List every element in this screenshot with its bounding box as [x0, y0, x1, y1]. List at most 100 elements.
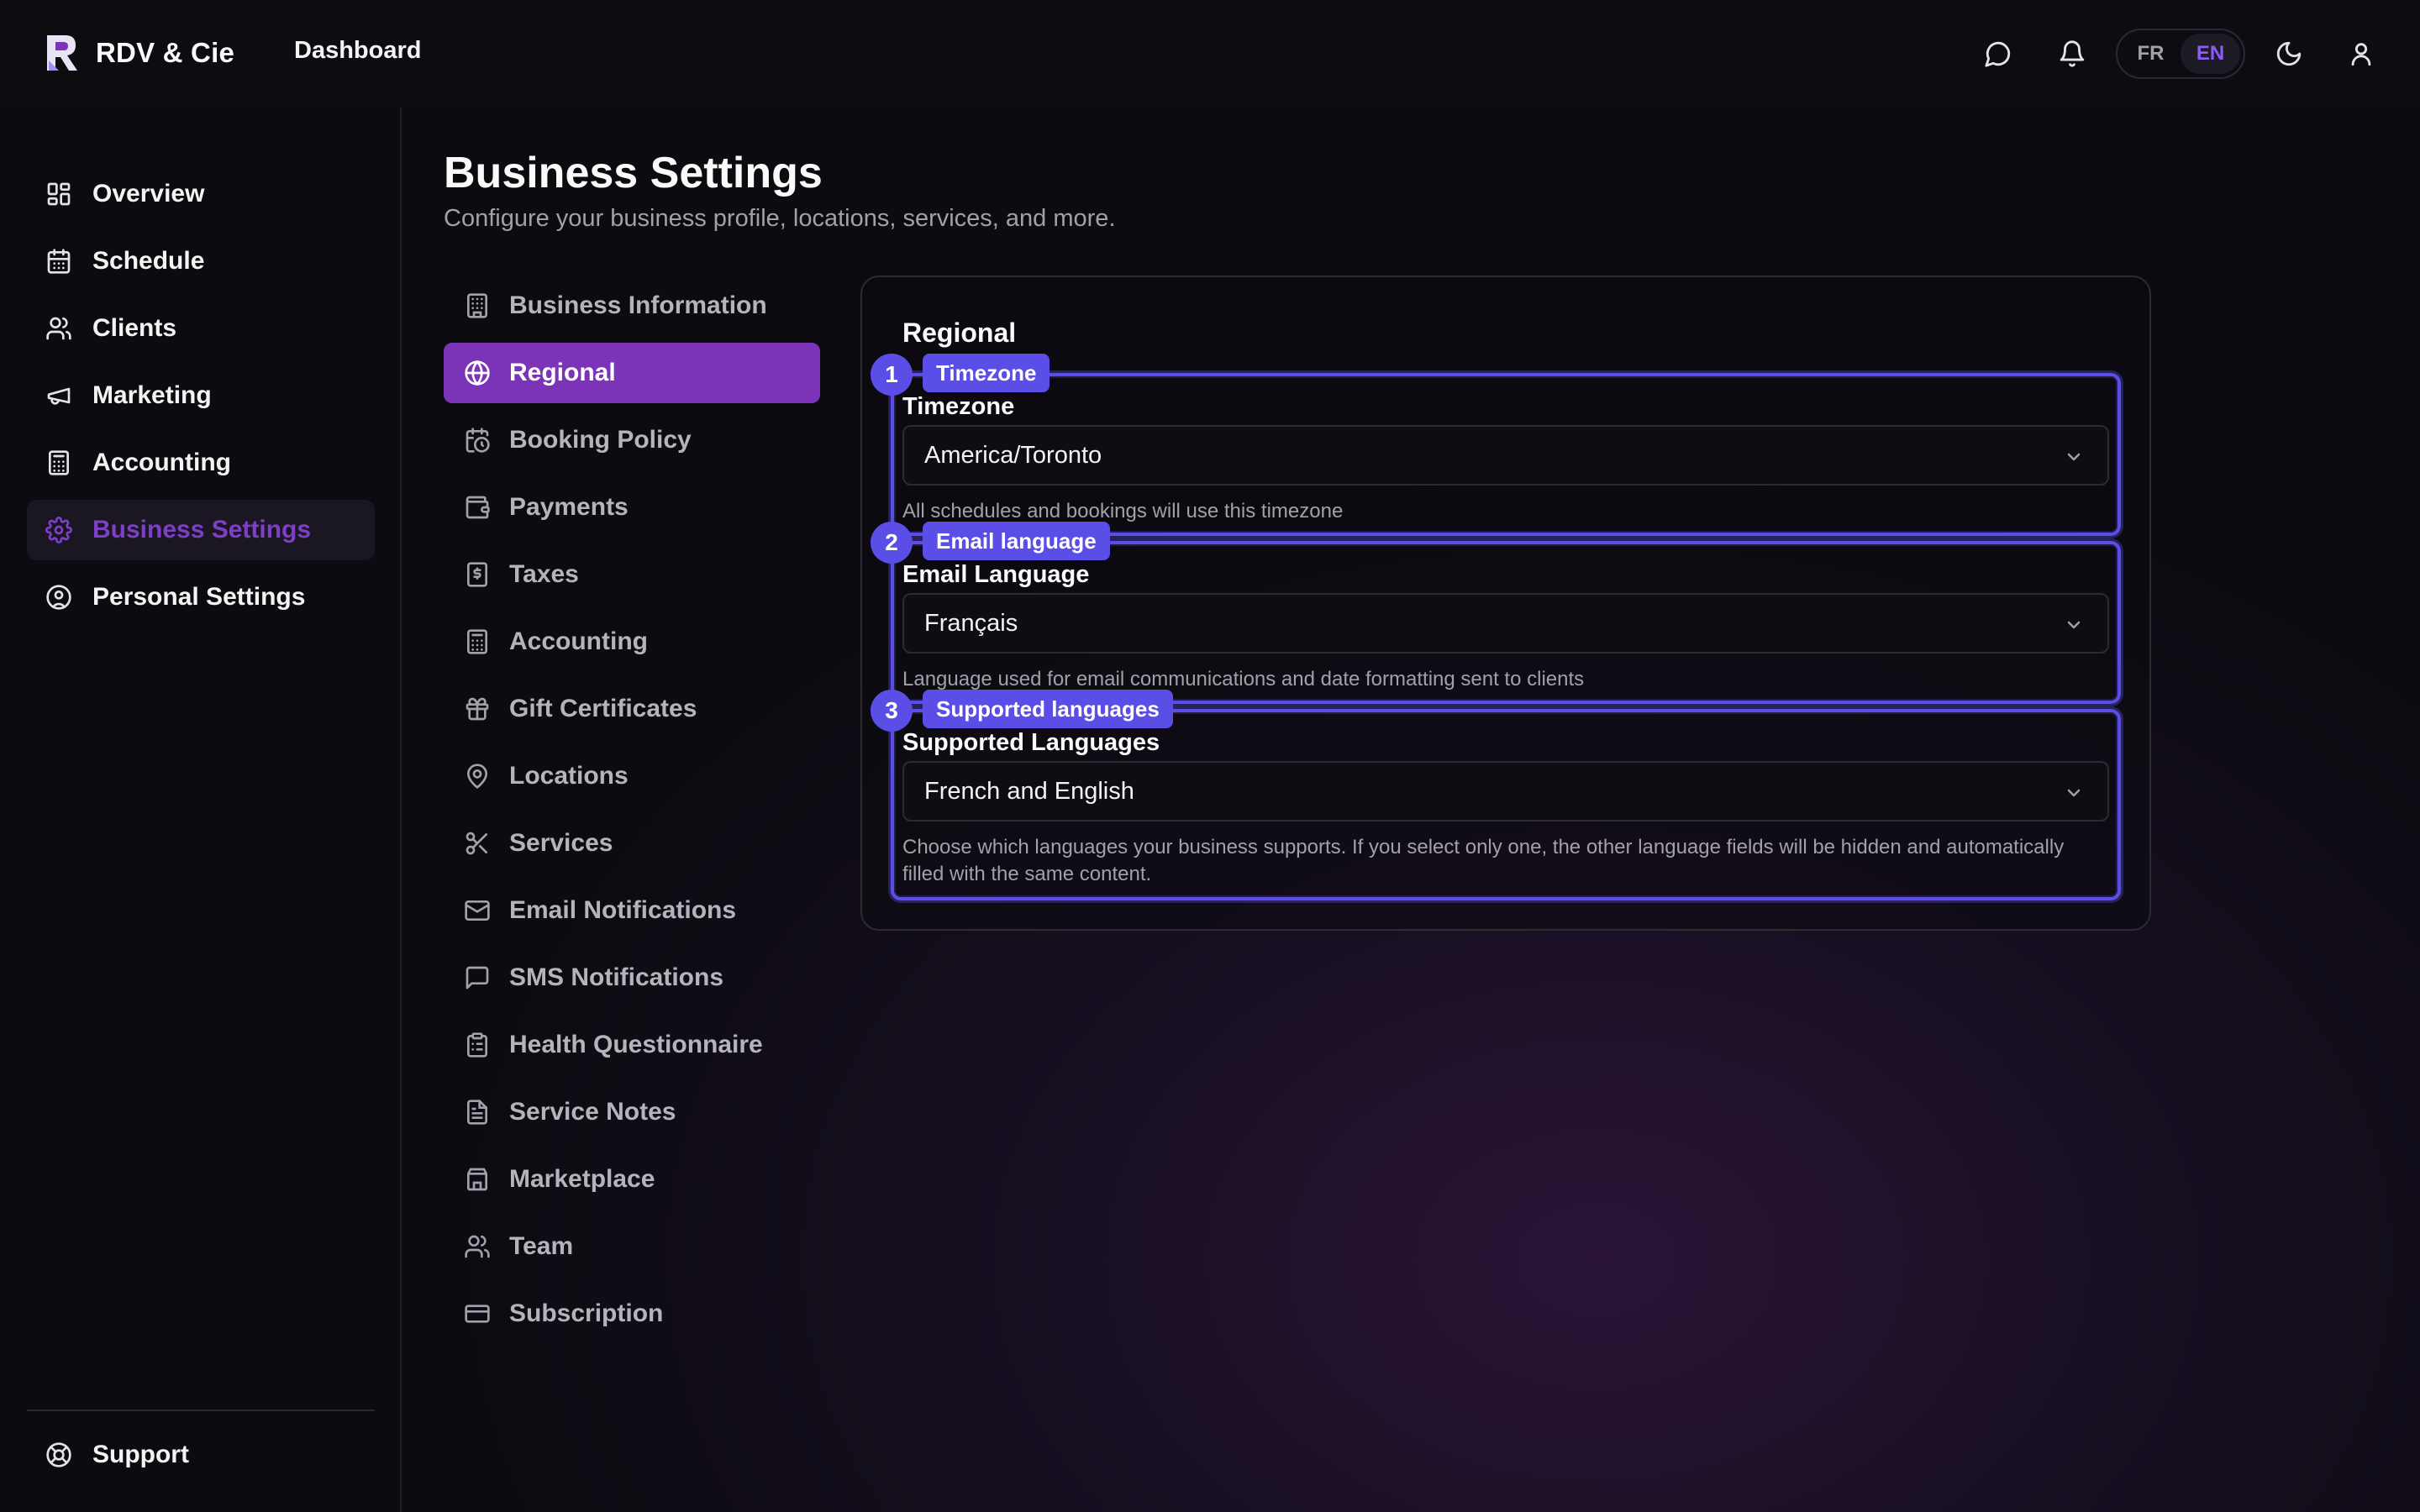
sidebar-item-personal-settings[interactable]: Personal Settings [27, 567, 375, 627]
wallet-icon [466, 496, 490, 519]
globe-icon [465, 360, 490, 386]
dashboard-link[interactable]: Dashboard [294, 37, 421, 65]
brand[interactable]: RDV & Cie [44, 32, 234, 74]
supported-languages-select[interactable]: French and English [902, 761, 2109, 822]
store-icon [467, 1168, 487, 1191]
brand-logo-icon [47, 35, 77, 71]
user-circle-icon [46, 585, 71, 610]
sidebar-item-label: Schedule [92, 247, 205, 275]
brand-name: RDV & Cie [96, 37, 234, 68]
highlight-tag-email-language: Email language [923, 522, 1110, 560]
highlight-number-3: 3 [871, 690, 913, 732]
mail-icon [465, 900, 490, 921]
settings-nav-label: Payments [509, 493, 629, 521]
email-language-select-value: Français [924, 609, 1018, 637]
calendar-icon [47, 249, 71, 274]
sidebar-item-business-settings[interactable]: Business Settings [27, 500, 375, 560]
calendar-clock-icon [466, 428, 490, 453]
scissors-icon [466, 832, 487, 855]
sidebar-item-label: Marketing [92, 381, 212, 409]
highlight-tag-timezone: Timezone [923, 354, 1050, 392]
notifications-button[interactable] [2049, 30, 2096, 77]
settings-nav-label: Services [509, 829, 613, 857]
settings-nav-label: Accounting [509, 627, 648, 655]
settings-nav-subscription[interactable]: Subscription [444, 1284, 820, 1344]
settings-nav-payments[interactable]: Payments [444, 477, 820, 538]
timezone-select[interactable]: America/Toronto [902, 425, 2109, 486]
page-title: Business Settings [444, 149, 823, 197]
settings-nav-label: Business Information [509, 291, 767, 319]
sidebar-item-label: Business Settings [92, 516, 312, 543]
settings-nav-email-notifications[interactable]: Email Notifications [444, 880, 820, 941]
sidebar-item-accounting[interactable]: Accounting [27, 433, 375, 493]
supported-languages-label: Supported Languages [902, 729, 1160, 756]
sidebar-item-overview[interactable]: Overview [27, 164, 375, 224]
highlight-number-1: 1 [871, 354, 913, 396]
life-buoy-icon [46, 1442, 71, 1467]
building-icon [467, 293, 487, 318]
sidebar-item-support[interactable]: Support [27, 1425, 375, 1485]
settings-nav-team[interactable]: Team [444, 1216, 820, 1277]
sidebar-item-label: Personal Settings [92, 583, 306, 611]
lang-fr-option[interactable]: FR [2121, 34, 2181, 74]
credit-card-icon [465, 1305, 490, 1323]
settings-nav-booking-policy[interactable]: Booking Policy [444, 410, 820, 470]
timezone-select-value: America/Toronto [924, 441, 1102, 469]
supported-languages-help: Choose which languages your business sup… [902, 836, 2065, 885]
chevron-down-icon [2067, 453, 2081, 461]
receipt-icon [467, 562, 487, 587]
calculator-icon [467, 629, 487, 654]
lang-en-option[interactable]: EN [2181, 34, 2240, 74]
bell-icon [2060, 40, 2085, 67]
settings-nav-locations[interactable]: Locations [444, 746, 820, 806]
settings-nav-label: Taxes [509, 560, 579, 588]
sidebar-item-label: Overview [92, 180, 205, 207]
settings-nav-label: Email Notifications [509, 896, 737, 924]
message-circle-icon [1985, 41, 2011, 67]
settings-nav-label: Gift Certificates [509, 695, 697, 722]
language-toggle[interactable]: FR EN [2116, 29, 2245, 79]
settings-nav-gift-certificates[interactable]: Gift Certificates [444, 679, 820, 739]
theme-toggle-button[interactable] [2265, 30, 2312, 77]
account-button[interactable] [2338, 30, 2385, 77]
chevron-down-icon [2067, 789, 2081, 797]
settings-nav-marketplace[interactable]: Marketplace [444, 1149, 820, 1210]
settings-nav-label: Marketplace [509, 1165, 655, 1193]
settings-nav-label: Team [509, 1232, 574, 1260]
top-bar: RDV & Cie Dashboard FR EN [0, 0, 2420, 108]
sidebar-item-label: Accounting [92, 449, 231, 476]
users-icon [46, 317, 71, 340]
settings-nav-label: SMS Notifications [509, 963, 724, 991]
settings-nav-label: Service Notes [509, 1098, 676, 1126]
page-subtitle: Configure your business profile, locatio… [444, 205, 1116, 232]
gift-icon [466, 697, 489, 721]
settings-nav-regional[interactable]: Regional [444, 343, 820, 403]
clipboard-icon [467, 1032, 487, 1058]
settings-nav-services[interactable]: Services [444, 813, 820, 874]
timezone-label: Timezone [902, 393, 1015, 420]
settings-nav-business-information[interactable]: Business Information [444, 276, 820, 336]
highlight-number-2: 2 [871, 522, 913, 564]
moon-icon [2276, 41, 2302, 66]
gear-icon [45, 517, 72, 543]
settings-nav-service-notes[interactable]: Service Notes [444, 1082, 820, 1142]
sidebar-item-marketing[interactable]: Marketing [27, 365, 375, 426]
supported-languages-select-value: French and English [924, 777, 1134, 805]
sidebar: Overview Schedule Clients Marketing Acco… [0, 108, 402, 1512]
layout-grid-icon [47, 182, 71, 206]
settings-nav-sms-notifications[interactable]: SMS Notifications [444, 948, 820, 1008]
email-language-label: Email Language [902, 561, 1090, 588]
settings-nav-label: Locations [509, 762, 629, 790]
settings-nav-accounting[interactable]: Accounting [444, 612, 820, 672]
email-language-select[interactable]: Français [902, 593, 2109, 654]
sidebar-item-clients[interactable]: Clients [27, 298, 375, 359]
settings-nav-health-questionnaire[interactable]: Health Questionnaire [444, 1015, 820, 1075]
map-pin-icon [466, 764, 488, 790]
card-title: Regional [902, 318, 1017, 348]
sidebar-item-schedule[interactable]: Schedule [27, 231, 375, 291]
chat-button[interactable] [1975, 30, 2022, 77]
highlight-tag-supported-languages: Supported languages [923, 690, 1173, 728]
calculator-icon [49, 450, 69, 475]
message-square-icon [466, 966, 489, 990]
settings-nav-taxes[interactable]: Taxes [444, 544, 820, 605]
